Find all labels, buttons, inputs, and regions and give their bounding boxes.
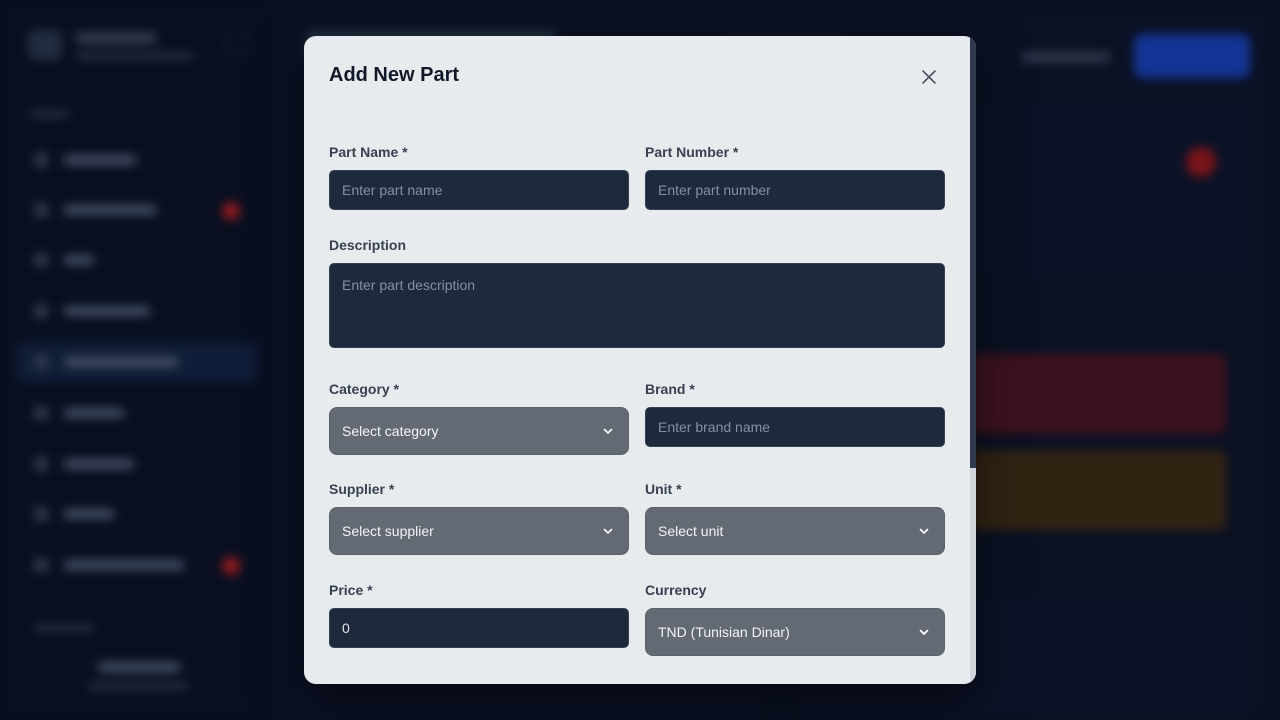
category-select[interactable]: Select category [329,407,629,455]
supplier-select[interactable]: Select supplier [329,507,629,555]
part-number-input[interactable] [645,170,945,210]
modal-scrollbar-thumb[interactable] [970,36,976,468]
modal-scrollbar[interactable] [970,36,976,684]
currency-label: Currency [645,582,707,598]
description-textarea[interactable] [329,263,945,348]
close-icon [922,70,936,84]
description-label: Description [329,237,407,253]
add-part-modal: Add New Part Part Name * Part Number * D… [304,36,976,684]
price-label: Price * [329,582,373,598]
chevron-down-icon [603,428,613,434]
supplier-select-value: Select supplier [342,523,434,539]
part-name-input[interactable] [329,170,629,210]
brand-input[interactable] [645,407,945,447]
close-button[interactable] [918,66,940,88]
chevron-down-icon [919,629,929,635]
chevron-down-icon [919,528,929,534]
unit-label: Unit * [645,481,682,497]
currency-select[interactable]: TND (Tunisian Dinar) [645,608,945,656]
currency-select-value: TND (Tunisian Dinar) [658,624,790,640]
supplier-label: Supplier * [329,481,395,497]
price-input[interactable] [329,608,629,648]
category-select-value: Select category [342,423,439,439]
category-label: Category * [329,381,400,397]
brand-label: Brand * [645,381,695,397]
part-name-label: Part Name * [329,144,408,160]
chevron-down-icon [603,528,613,534]
unit-select[interactable]: Select unit [645,507,945,555]
unit-select-value: Select unit [658,523,724,539]
part-number-label: Part Number * [645,144,739,160]
modal-title: Add New Part [329,64,460,86]
